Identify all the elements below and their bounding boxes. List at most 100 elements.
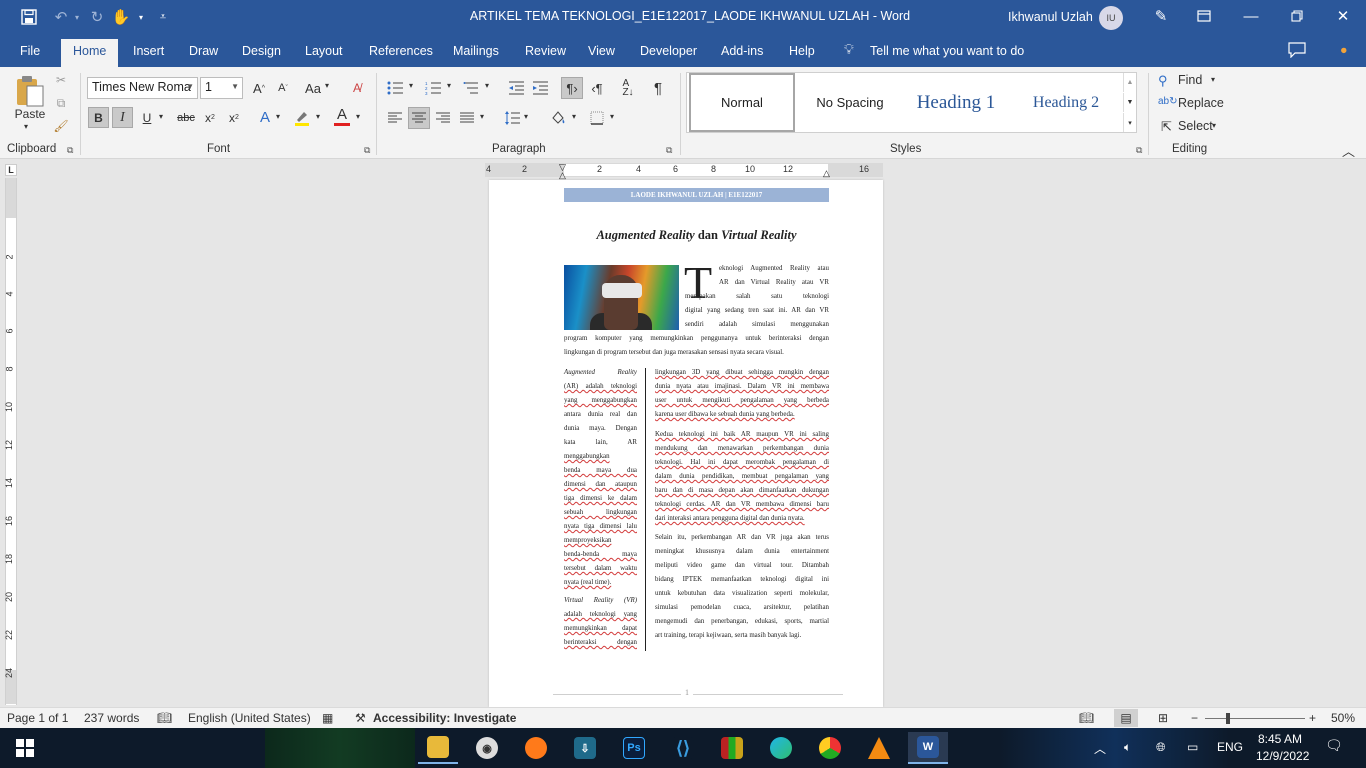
touch-mode-icon[interactable]: ✋ bbox=[110, 7, 132, 27]
grow-font-icon[interactable]: A ^ bbox=[250, 79, 268, 97]
zoom-slider[interactable] bbox=[1205, 718, 1305, 719]
customize-qat-icon[interactable]: ⩡ bbox=[152, 7, 174, 27]
text-effects-dropdown-icon[interactable]: ▾ bbox=[276, 112, 280, 121]
pen-icon[interactable]: ✎ bbox=[1150, 6, 1172, 26]
ribbon-display-icon[interactable] bbox=[1181, 0, 1227, 32]
tab-references[interactable]: References bbox=[369, 44, 433, 58]
change-case-dropdown-icon[interactable]: ▾ bbox=[325, 81, 329, 90]
underline-button[interactable]: U bbox=[138, 107, 156, 128]
chrome-icon[interactable] bbox=[810, 732, 850, 764]
tab-mailings[interactable]: Mailings bbox=[453, 44, 499, 58]
tab-layout[interactable]: Layout bbox=[305, 44, 343, 58]
tab-view[interactable]: View bbox=[588, 44, 615, 58]
vlc-icon[interactable] bbox=[859, 732, 899, 764]
proofing-icon[interactable]: 📖︎ bbox=[157, 711, 172, 725]
print-layout-icon[interactable]: ▤ bbox=[1114, 709, 1138, 727]
comments-icon[interactable] bbox=[1288, 42, 1306, 61]
shading-dropdown-icon[interactable]: ▾ bbox=[572, 112, 576, 121]
tab-draw[interactable]: Draw bbox=[189, 44, 218, 58]
find-button[interactable]: Find bbox=[1178, 73, 1202, 87]
tab-help[interactable]: Help bbox=[789, 44, 815, 58]
styles-launcher-icon[interactable]: ⧉ bbox=[1136, 145, 1142, 156]
text-effects-icon[interactable]: A bbox=[255, 107, 275, 128]
numbering-icon[interactable]: 123 bbox=[424, 79, 442, 97]
tab-home[interactable]: Home bbox=[61, 39, 119, 67]
file-explorer-icon[interactable] bbox=[418, 732, 458, 764]
style-normal[interactable]: Normal bbox=[689, 73, 795, 132]
highlight-icon[interactable] bbox=[292, 107, 312, 128]
bullets-icon[interactable] bbox=[386, 79, 404, 97]
paste-button[interactable]: Paste bbox=[13, 107, 47, 121]
paste-icon[interactable] bbox=[12, 73, 48, 109]
font-name-combo[interactable]: Times New Roma ▼ bbox=[87, 77, 198, 99]
strikethrough-button[interactable]: abc bbox=[175, 107, 197, 128]
find-dropdown-icon[interactable]: ▾ bbox=[1211, 75, 1215, 84]
document-page[interactable]: LAODE IKHWANUL UZLAH | E1E122017 Augment… bbox=[489, 180, 883, 707]
touch-dropdown-icon[interactable]: ▾ bbox=[130, 7, 152, 27]
superscript-button[interactable]: x2 bbox=[224, 107, 244, 128]
borders-dropdown-icon[interactable]: ▾ bbox=[610, 112, 614, 121]
vr-headset-image[interactable] bbox=[564, 265, 679, 330]
article-title[interactable]: Augmented Reality dan Virtual Reality bbox=[564, 228, 829, 243]
font-launcher-icon[interactable]: ⧉ bbox=[364, 145, 370, 156]
rtl-direction-button[interactable]: ‹¶ bbox=[587, 79, 607, 97]
network-icon[interactable]: 🌐︎ bbox=[1156, 740, 1166, 755]
decrease-indent-icon[interactable] bbox=[507, 79, 525, 97]
media-player-icon[interactable]: ◉ bbox=[467, 732, 507, 764]
word-icon[interactable]: W bbox=[908, 732, 948, 764]
font-color-dropdown-icon[interactable]: ▾ bbox=[356, 112, 360, 121]
ltr-direction-button[interactable]: ¶› bbox=[561, 77, 583, 99]
macro-icon[interactable]: ▦ bbox=[322, 711, 333, 725]
style-heading-2[interactable]: Heading 2 bbox=[1013, 73, 1119, 132]
bold-button[interactable]: B bbox=[88, 107, 109, 128]
replace-button[interactable]: Replace bbox=[1178, 96, 1224, 110]
right-indent-marker[interactable]: △ bbox=[823, 168, 830, 179]
tab-stop-selector[interactable]: L bbox=[5, 164, 17, 176]
notifications-icon[interactable]: 🗨︎ bbox=[1325, 737, 1343, 754]
close-icon[interactable]: ✕ bbox=[1320, 0, 1366, 32]
clock-date[interactable]: 12/9/2022 bbox=[1256, 749, 1309, 763]
word-count[interactable]: 237 words bbox=[84, 711, 139, 725]
font-size-combo[interactable]: 1 ▼ bbox=[200, 77, 243, 99]
line-spacing-dropdown-icon[interactable]: ▾ bbox=[524, 112, 528, 121]
show-formatting-icon[interactable]: ¶ bbox=[648, 77, 668, 99]
find-icon[interactable]: ⚲ bbox=[1158, 73, 1168, 89]
tray-chevron-icon[interactable]: ︿ bbox=[1094, 740, 1106, 757]
undo-dropdown-icon[interactable]: ▾ bbox=[66, 7, 88, 27]
winrar-icon[interactable] bbox=[712, 732, 752, 764]
font-color-icon[interactable]: A bbox=[332, 105, 352, 128]
shrink-font-icon[interactable]: Aˇ bbox=[274, 79, 292, 97]
multilevel-dropdown-icon[interactable]: ▾ bbox=[485, 81, 489, 90]
multilevel-list-icon[interactable] bbox=[462, 79, 480, 97]
italic-button[interactable]: I bbox=[112, 107, 133, 128]
photoshop-icon[interactable]: Ps bbox=[614, 732, 654, 764]
language-status[interactable]: English (United States) bbox=[188, 711, 311, 725]
lightbulb-icon[interactable]: 💡︎ bbox=[844, 41, 854, 58]
clear-formatting-icon[interactable]: A̸ bbox=[347, 79, 367, 97]
zoom-level[interactable]: 50% bbox=[1331, 711, 1355, 725]
input-language[interactable]: ENG bbox=[1217, 740, 1243, 754]
align-right-icon[interactable] bbox=[434, 109, 452, 127]
vertical-ruler[interactable]: 2 4 6 8 10 12 14 16 18 20 22 24 bbox=[4, 178, 17, 705]
styles-more-icon[interactable]: ▾ bbox=[1123, 113, 1136, 132]
justify-dropdown-icon[interactable]: ▾ bbox=[480, 112, 484, 121]
bullets-dropdown-icon[interactable]: ▾ bbox=[409, 81, 413, 90]
edge-icon[interactable] bbox=[761, 732, 801, 764]
shading-icon[interactable] bbox=[548, 109, 568, 127]
select-icon[interactable]: ⇱ bbox=[1161, 119, 1172, 135]
paragraph-launcher-icon[interactable]: ⧉ bbox=[666, 145, 672, 156]
display-icon[interactable]: ▭ bbox=[1187, 740, 1198, 754]
align-left-icon[interactable] bbox=[386, 109, 404, 127]
zoom-in-icon[interactable]: + bbox=[1309, 711, 1316, 725]
save-icon[interactable] bbox=[18, 7, 40, 27]
firefox-icon[interactable] bbox=[516, 732, 556, 764]
style-heading-1[interactable]: Heading 1 bbox=[903, 73, 1009, 132]
vscode-icon[interactable]: ⟨⟩ bbox=[663, 732, 703, 764]
tell-me-search[interactable]: Tell me what you want to do bbox=[870, 44, 1024, 58]
align-center-icon[interactable] bbox=[408, 107, 430, 129]
tab-insert[interactable]: Insert bbox=[133, 44, 164, 58]
tab-file[interactable]: File bbox=[20, 44, 40, 58]
tab-design[interactable]: Design bbox=[242, 44, 281, 58]
numbering-dropdown-icon[interactable]: ▾ bbox=[447, 81, 451, 90]
start-button[interactable] bbox=[5, 732, 45, 764]
